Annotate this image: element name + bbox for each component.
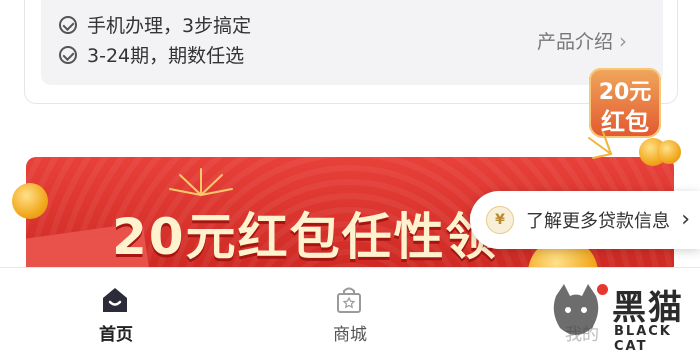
watermark-cn: 黑猫 <box>612 288 684 328</box>
more-loan-info-pill[interactable]: ¥ 了解更多贷款信息 › <box>470 191 700 249</box>
product-card: 手机办理，3步搞定 3-24期，期数任选 产品介绍 › <box>24 0 678 104</box>
feature-item: 3-24期，期数任选 <box>59 41 244 68</box>
home-icon <box>103 288 127 312</box>
feature-item: 手机办理，3步搞定 <box>59 11 251 38</box>
check-circle-icon <box>59 45 77 64</box>
chevron-right-icon: › <box>619 28 627 53</box>
red-packet-float-badge[interactable]: 20元 红包 <box>588 68 681 166</box>
tab-label: 商城 <box>333 325 367 345</box>
product-intro-label: 产品介绍 <box>536 31 613 53</box>
banner-title: 20元红包任性领 <box>112 208 498 266</box>
tab-label: 首页 <box>99 325 133 345</box>
more-loan-info-label: 了解更多贷款信息 <box>526 211 670 232</box>
check-circle-icon <box>59 15 77 34</box>
feature-label: 手机办理，3步搞定 <box>87 15 252 37</box>
chevron-right-icon: › <box>681 207 690 232</box>
yuan-coin-icon: ¥ <box>486 206 514 234</box>
tab-shop[interactable]: 商城 <box>290 268 410 351</box>
sparkle-decoration <box>588 131 612 159</box>
cat-logo-icon <box>553 284 599 335</box>
product-card-inner: 手机办理，3步搞定 3-24期，期数任选 产品介绍 › <box>41 0 663 85</box>
product-intro-link[interactable]: 产品介绍 › <box>537 27 627 54</box>
shop-bag-icon <box>337 287 361 313</box>
tab-home[interactable]: 首页 <box>56 268 176 351</box>
gold-coin-decoration <box>12 183 48 219</box>
black-cat-watermark: 黑猫 BLACK CAT <box>548 276 698 354</box>
gold-coin-icon <box>657 140 681 164</box>
feature-label: 3-24期，期数任选 <box>87 45 245 67</box>
